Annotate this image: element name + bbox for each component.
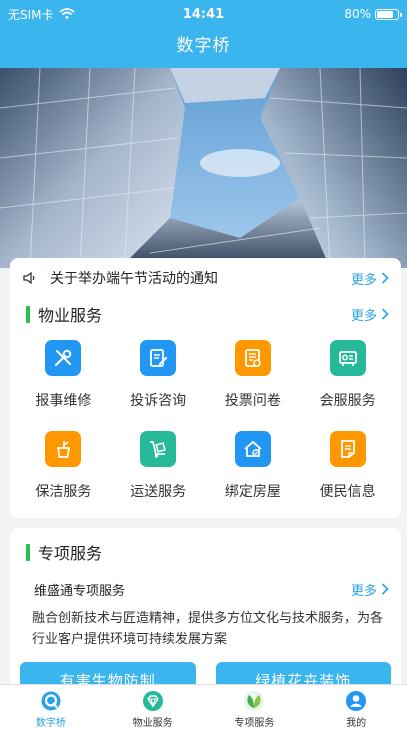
property-more-link[interactable]: 更多 bbox=[351, 305, 389, 324]
service-info[interactable]: 便民信息 bbox=[300, 421, 395, 512]
special-service-header: 专项服务 bbox=[10, 536, 401, 568]
broom-bucket-icon bbox=[45, 431, 82, 467]
property-more-label: 更多 bbox=[350, 308, 377, 324]
service-label: 绑定房屋 bbox=[224, 484, 281, 500]
notice-more-link[interactable]: 更多 bbox=[351, 269, 389, 288]
service-delivery[interactable]: 运送服务 bbox=[111, 421, 206, 512]
service-label: 报事维修 bbox=[35, 393, 92, 409]
service-label: 投票问卷 bbox=[224, 393, 281, 409]
section-accent-bar bbox=[26, 543, 30, 561]
chevron-right-icon bbox=[381, 272, 389, 284]
diamond-icon bbox=[142, 691, 163, 711]
special-service-card: 专项服务 维盛通专项服务 更多 融合创新技术与匠造精神，提供多方位文化与技术服务… bbox=[10, 528, 401, 698]
property-service-header: 物业服务 更多 bbox=[10, 298, 401, 330]
section-accent-bar bbox=[26, 305, 30, 323]
tab-property-service[interactable]: 物业服务 bbox=[102, 685, 204, 732]
service-label: 投诉咨询 bbox=[130, 393, 187, 409]
service-vote[interactable]: 投票问卷 bbox=[206, 330, 301, 421]
service-repair[interactable]: 报事维修 bbox=[16, 330, 111, 421]
property-service-card: 关于举办端午节活动的通知 更多 物业服务 更多 报事维修 投诉咨询 投票问卷 会… bbox=[10, 258, 401, 518]
special-service-description: 融合创新技术与匠造精神，提供多方位文化与技术服务，为各行业客户提供环境可持续发展… bbox=[32, 611, 384, 647]
digital-bridge-icon bbox=[41, 691, 61, 711]
notice-text[interactable]: 关于举办端午节活动的通知 bbox=[50, 268, 351, 288]
projector-icon bbox=[329, 340, 366, 376]
tab-label: 专项服务 bbox=[234, 718, 275, 729]
bottom-tab-bar: 数字桥 物业服务 专项服务 我的 bbox=[0, 684, 407, 732]
tab-label: 我的 bbox=[346, 718, 367, 729]
notice-more-label: 更多 bbox=[350, 272, 377, 288]
service-label: 运送服务 bbox=[130, 484, 187, 500]
special-more-label: 更多 bbox=[350, 583, 377, 599]
tab-label: 数字桥 bbox=[35, 718, 66, 729]
service-complaint[interactable]: 投诉咨询 bbox=[111, 330, 206, 421]
service-label: 保洁服务 bbox=[35, 484, 92, 500]
chevron-right-icon bbox=[381, 308, 389, 320]
house-check-icon bbox=[234, 431, 271, 467]
special-service-name: 维盛通专项服务 bbox=[34, 583, 126, 599]
special-service-subheader: 维盛通专项服务 更多 bbox=[10, 574, 401, 604]
service-cleaning[interactable]: 保洁服务 bbox=[16, 421, 111, 512]
section-title: 物业服务 bbox=[38, 306, 103, 325]
battery-percent: 80% bbox=[344, 7, 371, 21]
service-label: 会服服务 bbox=[319, 393, 376, 409]
wifi-icon bbox=[58, 8, 75, 20]
service-label: 便民信息 bbox=[319, 484, 376, 500]
tab-mine[interactable]: 我的 bbox=[305, 685, 407, 732]
chevron-right-icon bbox=[381, 583, 389, 595]
header: 无SIM卡 14:41 80% 数字桥 bbox=[0, 0, 407, 68]
speaker-icon bbox=[23, 271, 35, 285]
page-title: 数字桥 bbox=[176, 36, 231, 56]
section-title: 专项服务 bbox=[38, 544, 103, 563]
tab-digital-bridge[interactable]: 数字桥 bbox=[0, 685, 102, 732]
tab-special-service[interactable]: 专项服务 bbox=[204, 685, 306, 732]
ballot-icon bbox=[234, 340, 271, 376]
banner-image[interactable] bbox=[0, 68, 407, 268]
tab-label: 物业服务 bbox=[132, 718, 173, 729]
carrier-label: 无SIM卡 bbox=[8, 7, 54, 22]
notice-bar[interactable]: 关于举办端午节活动的通知 更多 bbox=[10, 258, 401, 298]
leaf-icon bbox=[244, 691, 265, 711]
service-meeting[interactable]: 会服服务 bbox=[300, 330, 395, 421]
architecture-photo bbox=[0, 68, 407, 268]
service-bind-house[interactable]: 绑定房屋 bbox=[206, 421, 301, 512]
info-note-icon bbox=[329, 431, 366, 467]
wrench-screwdriver-icon bbox=[45, 340, 82, 376]
user-icon bbox=[346, 691, 367, 711]
status-bar: 无SIM卡 14:41 80% bbox=[0, 0, 407, 28]
hand-truck-icon bbox=[140, 431, 177, 467]
battery-icon bbox=[375, 8, 402, 20]
edit-document-icon bbox=[140, 340, 177, 376]
service-grid: 报事维修 投诉咨询 投票问卷 会服服务 保洁服务 运送服务 绑定房屋 便民信息 bbox=[10, 330, 401, 512]
special-more-link[interactable]: 更多 bbox=[351, 580, 389, 599]
